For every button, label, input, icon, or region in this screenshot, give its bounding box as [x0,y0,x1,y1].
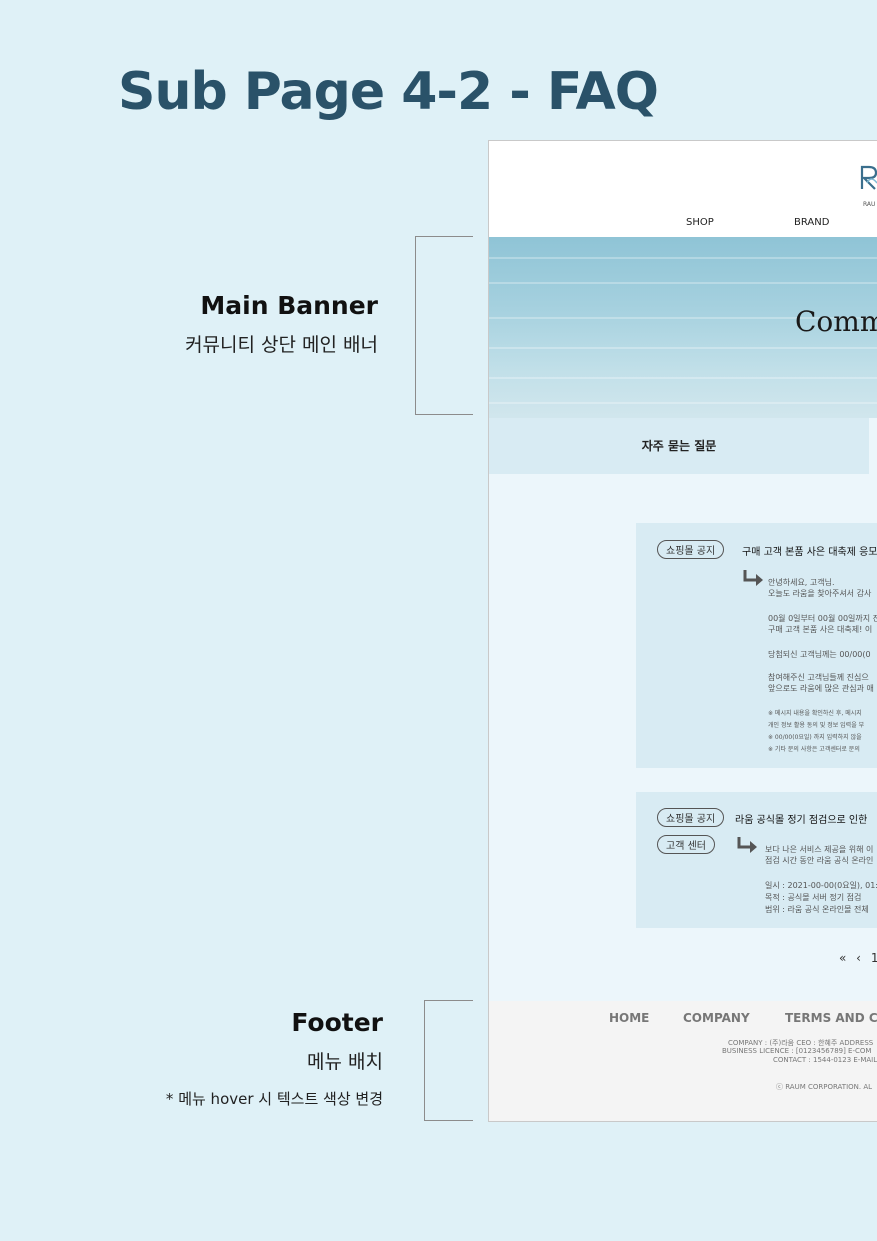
main-banner: Comm [489,237,877,418]
faq-note: ※ 메시지 내용을 확인하신 후, 메시지 [768,710,862,717]
faq-line: 점검 시간 동안 라움 공식 온라인 [765,856,874,865]
footer-bracket [424,1000,473,1121]
site-footer: HOME COMPANY TERMS AND CON COMPANY : (주)… [489,1001,877,1121]
footer-annotation-subtitle: 메뉴 배치 [307,1051,383,1073]
faq-line: 당첨되신 고객님께는 00/00(0 [768,650,871,659]
footer-contact-info: CONTACT : 1544-0123 E-MAIL [773,1056,877,1064]
faq-card[interactable]: 쇼핑몰 공지 구매 고객 본품 사은 대축제 응모 안녕하세요, 고객님. 오늘… [636,523,877,768]
faq-line: 참여해주신 고객님들께 진심으 [768,673,869,682]
faq-line: 목적 : 공식몰 서버 정기 점검 [765,893,862,902]
footer-menu-home[interactable]: HOME [609,1011,649,1025]
reply-arrow-icon [743,570,763,586]
faq-card[interactable]: 쇼핑몰 공지 고객 센터 라움 공식몰 정기 점검으로 인한 보다 나은 서비스… [636,792,877,928]
footer-menu-terms[interactable]: TERMS AND CON [785,1011,877,1025]
site-mockup: RAU SHOP BRAND Comm 자주 묻는 질문 쇼핑몰 공지 구매 고… [488,140,877,1122]
faq-note: ※ 00/00(0요일) 까지 입력하지 않을 [768,734,862,741]
footer-menu-company[interactable]: COMPANY [683,1011,750,1025]
faq-note: 개인 정보 활용 동의 및 정보 입력을 부 [768,722,865,729]
footer-license-info: BUSINESS LICENCE : [0123456789] E-COM [722,1047,872,1055]
faq-title[interactable]: 라움 공식몰 정기 점검으로 인한 [735,811,867,826]
banner-title: Comm [795,305,877,338]
footer-annotation-note: * 메뉴 hover 시 텍스트 색상 변경 [165,1090,383,1108]
banner-annotation: Main Banner 커뮤니티 상단 메인 배너 [185,291,378,357]
faq-title[interactable]: 구매 고객 본품 사은 대축제 응모 [742,543,877,558]
faq-line: 구매 고객 본품 사은 대축제! 이 [768,625,873,634]
reply-arrow-icon [737,837,757,853]
customer-center-badge: 고객 센터 [657,835,715,854]
site-logo[interactable]: RAU [859,163,877,210]
page-title: Sub Page 4-2 - FAQ [118,62,659,122]
nav-shop[interactable]: SHOP [686,217,714,228]
faq-line: 보다 나은 서비스 제공을 위해 이 [765,845,874,854]
faq-note: ※ 기타 문의 사항은 고객센터로 문의 [768,746,860,753]
footer-annotation: Footer 메뉴 배치 * 메뉴 hover 시 텍스트 색상 변경 [166,1008,383,1109]
site-header: RAU SHOP BRAND [489,141,877,237]
banner-annotation-title: Main Banner [200,291,378,320]
footer-annotation-title: Footer [291,1008,383,1037]
faq-line: 일시 : 2021-00-00(0요일), 01: [765,881,877,890]
tab-faq[interactable]: 자주 묻는 질문 [489,418,869,474]
notice-badge: 쇼핑몰 공지 [657,808,725,827]
pagination: « ‹ 1 [839,951,877,965]
logo-icon [860,165,877,190]
first-page-button[interactable]: « [839,951,846,965]
faq-line: 00월 0일부터 00월 00일까지 진 [768,614,877,623]
footer-copyright: ⓒ RAUM CORPORATION. AL [776,1083,873,1091]
nav-brand[interactable]: BRAND [794,217,829,228]
logo-text: RAU [863,201,876,208]
notice-badge: 쇼핑몰 공지 [657,540,725,559]
faq-line: 범위 : 라움 공식 온라인몰 전체 [765,905,869,914]
faq-line: 오늘도 라움을 찾아주셔서 감사 [768,589,872,598]
banner-bracket [415,236,473,415]
prev-page-button[interactable]: ‹ [856,951,861,965]
page-number-button[interactable]: 1 [871,951,877,965]
faq-line: 앞으로도 라움에 많은 관심과 애 [768,684,874,693]
faq-greeting: 안녕하세요, 고객님. [768,578,835,587]
banner-annotation-subtitle: 커뮤니티 상단 메인 배너 [185,334,378,356]
